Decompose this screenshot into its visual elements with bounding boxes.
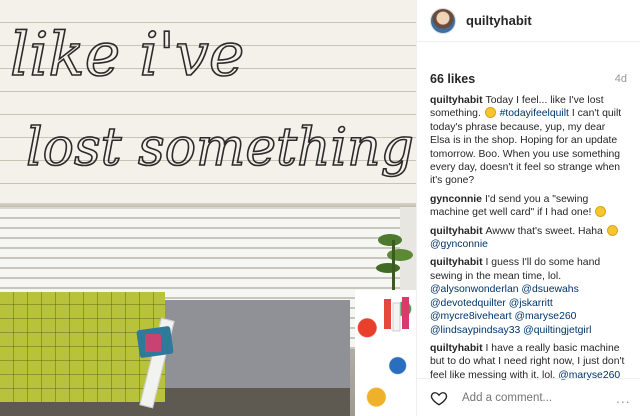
mention-link[interactable]: @devotedquilter	[430, 298, 506, 309]
mention-link[interactable]: @dsuewahs	[521, 284, 578, 295]
pink-case	[145, 334, 161, 352]
comment-username[interactable]: quiltyhabit	[430, 226, 483, 237]
heart-icon[interactable]	[430, 389, 448, 407]
mention-link[interactable]: @alysonwonderlan	[430, 284, 519, 295]
add-comment-input[interactable]	[462, 391, 616, 404]
smile-emoji-icon	[606, 224, 618, 236]
comment-item: gynconnie I'd send you a "sewing machine …	[430, 193, 627, 220]
comment-text: Awww that's sweet. Haha	[485, 225, 606, 237]
comment-username[interactable]: quiltyhabit	[430, 257, 483, 268]
thread-spools	[384, 297, 409, 332]
comment-text: I can't quilt today's phrase because, yu…	[430, 108, 622, 187]
comment-list[interactable]: quiltyhabit Today I feel... like I've los…	[417, 94, 640, 400]
mention-link[interactable]: @gynconnie	[430, 239, 488, 250]
more-options-icon[interactable]: ...	[616, 390, 631, 406]
handwriting-line-1: like i've	[10, 20, 244, 90]
handwritten-phrase: like i've lost something	[9, 19, 415, 179]
comment-item: quiltyhabit Today I feel... like I've los…	[430, 94, 627, 188]
comment-username[interactable]: quiltyhabit	[430, 343, 483, 354]
mention-link[interactable]: @lindsaypindsay33	[430, 325, 520, 336]
mention-link[interactable]: @jskarritt	[509, 298, 553, 309]
post-username[interactable]: quiltyhabit	[466, 13, 532, 28]
handwriting-line-2: lost something	[26, 118, 414, 178]
comment-bar: ...	[417, 378, 640, 416]
avatar[interactable]	[430, 7, 456, 34]
post-header: quiltyhabit	[417, 0, 640, 42]
likes-row: 66 likes 4d	[417, 64, 640, 94]
comment-item: quiltyhabit I have a really basic machine…	[430, 342, 627, 382]
comment-item: quiltyhabit I guess I'll do some hand sew…	[430, 256, 627, 336]
post-photo[interactable]: like i've lost something	[0, 0, 416, 416]
mention-link[interactable]: @mycre8iveheart	[430, 311, 512, 322]
like-count[interactable]: 66 likes	[430, 72, 475, 86]
mention-link[interactable]: @quiltingjetgirl	[523, 325, 591, 336]
comment-username[interactable]: gynconnie	[430, 194, 482, 205]
plant	[376, 234, 413, 300]
hashtag-link[interactable]: #todayifeelquilt	[500, 108, 569, 119]
smile-emoji-icon	[595, 206, 607, 218]
comment-username[interactable]: quiltyhabit	[430, 95, 483, 106]
sad-face-emoji-icon	[484, 107, 496, 119]
post-sidebar: quiltyhabit 66 likes 4d quiltyhabit Today…	[416, 0, 640, 416]
mention-link[interactable]: @maryse260	[514, 311, 576, 322]
comment-item: quiltyhabit Awww that's sweet. Haha @gync…	[430, 224, 627, 252]
post-age[interactable]: 4d	[615, 73, 627, 85]
